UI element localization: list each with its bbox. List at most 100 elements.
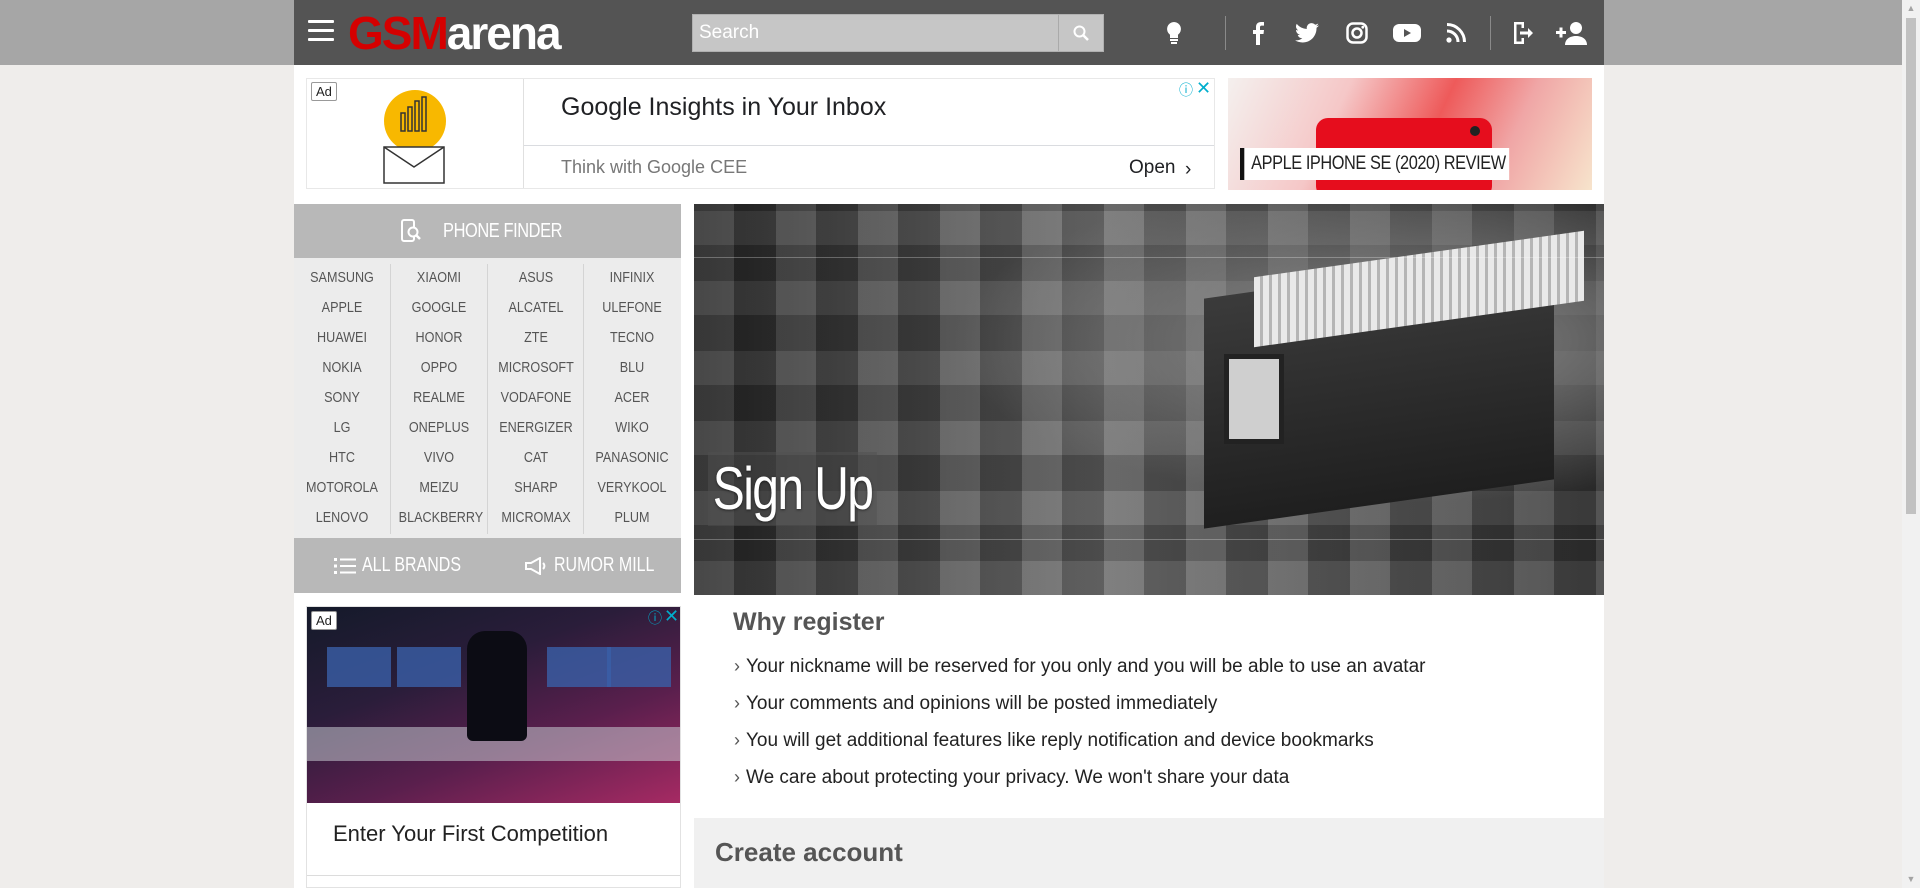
menu-icon[interactable]	[308, 20, 334, 44]
all-brands-link[interactable]: ALL BRANDS	[334, 538, 486, 593]
brand-link[interactable]: BLACKBERRY	[399, 503, 484, 533]
brand-link[interactable]: TECNO	[592, 323, 673, 353]
why-register-text: We care about protecting your privacy. W…	[746, 767, 1290, 788]
brand-link[interactable]: ALCATEL	[496, 293, 577, 323]
search-icon	[1073, 25, 1089, 41]
logo-gsm: GSM	[348, 7, 449, 59]
ad-title[interactable]: Google Insights in Your Inbox	[561, 93, 886, 122]
ad-info-icon[interactable]: ⓘ	[1179, 80, 1193, 100]
chevron-right-icon: ›	[734, 656, 740, 676]
scroll-up-arrow-icon[interactable]: ▲	[1902, 0, 1920, 17]
instagram-icon[interactable]	[1341, 17, 1373, 49]
brand-grid: SAMSUNG APPLE HUAWEI NOKIA SONY LG HTC MOTOROLA…	[294, 258, 681, 538]
brand-link[interactable]: ULEFONE	[592, 293, 673, 323]
brand-link[interactable]: SAMSUNG	[302, 263, 383, 293]
twitter-icon[interactable]	[1291, 17, 1323, 49]
ad-side-caption[interactable]: Enter Your First Competition	[333, 821, 608, 847]
brand-link[interactable]: MICROSOFT	[496, 353, 577, 383]
brand-link[interactable]: ENERGIZER	[496, 413, 577, 443]
phone-finder-sidebar: PHONE FINDER SAMSUNG APPLE HUAWEI NOKIA SONY…	[294, 204, 681, 593]
brand-link[interactable]: VODAFONE	[496, 383, 577, 413]
brand-column: INFINIX ULEFONE TECNO BLU ACER WIKO PANASONIC V…	[584, 258, 680, 538]
ad-subtitle[interactable]: Think with Google CEE	[561, 157, 747, 178]
brand-link[interactable]: ONEPLUS	[399, 413, 480, 443]
why-register-text: Your comments and opinions will be poste…	[746, 693, 1218, 714]
brand-link[interactable]: INFINIX	[592, 263, 673, 293]
brand-column-divider	[583, 264, 584, 534]
brand-link[interactable]: HONOR	[399, 323, 480, 353]
brand-link[interactable]: GOOGLE	[399, 293, 480, 323]
ad-side-competition[interactable]: Ad ⓘ ✕ Enter Your First Competition	[306, 606, 681, 888]
brand-link[interactable]: PANASONIC	[592, 443, 673, 473]
ad-banner-google-insights[interactable]: Ad Google Insights in Your Inbox Think w…	[306, 78, 1215, 189]
promo-label[interactable]: APPLE IPHONE SE (2020) REVIEW	[1240, 148, 1510, 180]
brand-link[interactable]: BLU	[592, 353, 673, 383]
brand-link[interactable]: XIAOMI	[399, 263, 480, 293]
youtube-icon[interactable]	[1391, 17, 1423, 49]
brand-link[interactable]: MICROMAX	[496, 503, 577, 533]
brand-column-divider	[487, 264, 488, 534]
brand-link[interactable]: MOTOROLA	[302, 473, 383, 503]
brand-link[interactable]: SHARP	[496, 473, 577, 503]
brand-column: ASUS ALCATEL ZTE MICROSOFT VODAFONE ENERGIZER…	[488, 258, 584, 538]
brand-link[interactable]: APPLE	[302, 293, 383, 323]
featured-review-promo[interactable]: APPLE IPHONE SE (2020) REVIEW	[1228, 78, 1592, 190]
ad-bulb-illustration	[307, 79, 523, 188]
brand-link[interactable]: VERYKOOL	[592, 473, 673, 503]
chevron-right-icon[interactable]: ›	[1185, 159, 1191, 181]
ad-separator	[523, 79, 524, 188]
brand-link[interactable]: ZTE	[496, 323, 577, 353]
vertical-scrollbar[interactable]: ▲ ▼	[1902, 0, 1920, 888]
brand-link[interactable]: LENOVO	[302, 503, 383, 533]
why-register-heading: Why register	[733, 608, 885, 636]
brand-link[interactable]: VIVO	[399, 443, 480, 473]
page-title: Sign Up	[708, 452, 878, 526]
brand-link[interactable]: NOKIA	[302, 353, 383, 383]
why-register-item: › We care about protecting your privacy. …	[734, 767, 1425, 804]
rss-icon[interactable]	[1440, 17, 1472, 49]
scroll-down-arrow-icon[interactable]: ▼	[1902, 871, 1920, 888]
phone-finder-header[interactable]: PHONE FINDER	[294, 204, 681, 258]
brand-link[interactable]: CAT	[496, 443, 577, 473]
lightbulb-icon[interactable]	[1158, 17, 1190, 49]
rumor-mill-link[interactable]: RUMOR MILL	[524, 538, 680, 593]
search-button[interactable]	[1058, 15, 1103, 51]
ad-close-icon[interactable]: ✕	[1196, 78, 1211, 99]
ad-side-image	[307, 607, 680, 803]
brand-link[interactable]: ASUS	[496, 263, 577, 293]
page-container: GSMarena Search Ad Google Insights in Yo…	[294, 0, 1604, 888]
brand-link[interactable]: ACER	[592, 383, 673, 413]
ad-close-icon[interactable]: ✕	[664, 607, 679, 627]
phone-finder-footer: ALL BRANDS RUMOR MILL	[294, 538, 681, 593]
brand-link[interactable]: LG	[302, 413, 383, 443]
facebook-icon[interactable]	[1242, 17, 1274, 49]
why-register-item: › You will get additional features like r…	[734, 730, 1425, 767]
ad-open-button[interactable]: Open	[1129, 157, 1175, 179]
header-divider	[1490, 16, 1491, 50]
ad-monitor	[327, 647, 391, 687]
scrollbar-thumb[interactable]	[1906, 18, 1916, 514]
brand-link[interactable]: REALME	[399, 383, 480, 413]
list-icon	[334, 557, 356, 574]
why-register-item: › Your nickname will be reserved for you …	[734, 656, 1425, 693]
search-input[interactable]	[693, 15, 1059, 51]
brand-link[interactable]: SONY	[302, 383, 383, 413]
login-icon[interactable]	[1507, 17, 1539, 49]
create-account-section: Create account	[694, 818, 1604, 888]
brand-link[interactable]: PLUM	[592, 503, 673, 533]
brand-link[interactable]: WIKO	[592, 413, 673, 443]
brand-column-divider	[390, 264, 391, 534]
brand-column: XIAOMI GOOGLE HONOR OPPO REALME ONEPLUS VIVO ME…	[391, 258, 487, 538]
rumor-mill-label: RUMOR MILL	[554, 554, 655, 576]
megaphone-icon	[525, 556, 546, 575]
brand-link[interactable]: HTC	[302, 443, 383, 473]
brand-link[interactable]: OPPO	[399, 353, 480, 383]
why-register-text: You will get additional features like re…	[746, 730, 1374, 751]
add-user-icon[interactable]	[1556, 17, 1588, 49]
brand-link[interactable]: MEIZU	[399, 473, 480, 503]
ad-info-icon[interactable]: ⓘ	[648, 608, 662, 628]
ad-badge: Ad	[311, 611, 337, 630]
hero-drawer-handle	[1224, 354, 1284, 444]
brand-link[interactable]: HUAWEI	[302, 323, 383, 353]
site-logo[interactable]: GSMarena	[348, 7, 562, 59]
